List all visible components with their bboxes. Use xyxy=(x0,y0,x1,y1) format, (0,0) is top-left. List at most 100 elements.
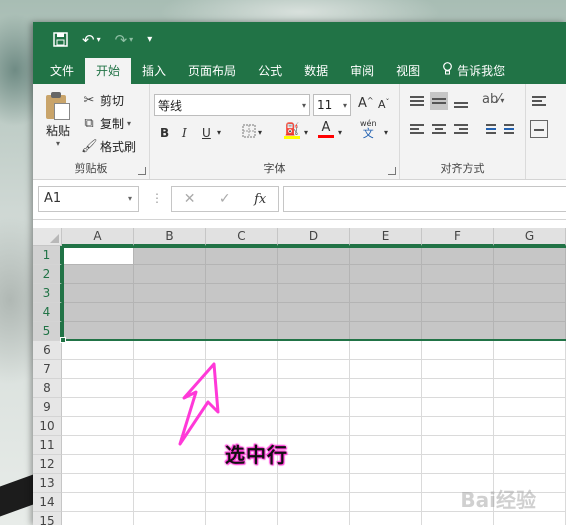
grid-cell[interactable] xyxy=(62,341,134,360)
grid-cell[interactable] xyxy=(62,322,134,341)
formula-bar-handle-icon[interactable]: ⋮ xyxy=(151,191,163,205)
align-top-icon[interactable] xyxy=(408,92,426,110)
dialog-launcher-icon[interactable] xyxy=(138,167,146,175)
row-header[interactable]: 5 xyxy=(33,322,62,341)
grid-cell[interactable] xyxy=(422,284,494,303)
tab-data[interactable]: 数据 xyxy=(293,58,339,84)
grid-cell[interactable] xyxy=(278,265,350,284)
grid-cell[interactable] xyxy=(62,284,134,303)
wrap-text-icon[interactable] xyxy=(530,92,548,110)
tab-review[interactable]: 审阅 xyxy=(339,58,385,84)
grid-cell[interactable] xyxy=(350,493,422,512)
grid-cell[interactable] xyxy=(206,265,278,284)
grid-cell[interactable] xyxy=(494,246,566,265)
paste-button[interactable]: 粘贴 ▾ xyxy=(43,92,73,148)
grid-cell[interactable] xyxy=(494,417,566,436)
grid-cell[interactable] xyxy=(350,455,422,474)
chevron-down-icon[interactable]: ▾ xyxy=(127,119,131,128)
grid-cell[interactable] xyxy=(350,398,422,417)
grid-cell[interactable] xyxy=(62,474,134,493)
worksheet-grid[interactable]: A B C D E F G 12345678910111213141516 xyxy=(33,228,566,525)
align-bottom-icon[interactable] xyxy=(452,92,470,110)
grid-cell[interactable] xyxy=(278,284,350,303)
grid-cell[interactable] xyxy=(134,341,206,360)
grid-cell[interactable] xyxy=(350,417,422,436)
chevron-down-icon[interactable]: ▾ xyxy=(217,128,221,137)
align-right-icon[interactable] xyxy=(452,120,470,138)
row-header[interactable]: 6 xyxy=(33,341,62,360)
orientation-icon[interactable]: ab⁄▾ xyxy=(482,92,504,107)
column-header[interactable]: B xyxy=(134,228,206,246)
grid-cell[interactable] xyxy=(278,474,350,493)
tab-formulas[interactable]: 公式 xyxy=(247,58,293,84)
row-header[interactable]: 11 xyxy=(33,436,62,455)
grid-cell[interactable] xyxy=(62,246,134,265)
tab-insert[interactable]: 插入 xyxy=(131,58,177,84)
align-center-icon[interactable] xyxy=(430,120,448,138)
row-header[interactable]: 14 xyxy=(33,493,62,512)
grid-cell[interactable] xyxy=(350,360,422,379)
select-all-button[interactable] xyxy=(33,228,62,246)
grid-cell[interactable] xyxy=(422,436,494,455)
grid-cell[interactable] xyxy=(278,322,350,341)
font-color-button[interactable]: A xyxy=(318,120,334,138)
row-header[interactable]: 1 xyxy=(33,246,62,265)
row-header[interactable]: 3 xyxy=(33,284,62,303)
row-header[interactable]: 8 xyxy=(33,379,62,398)
grid-cell[interactable] xyxy=(278,303,350,322)
grid-cell[interactable] xyxy=(350,303,422,322)
row-header[interactable]: 7 xyxy=(33,360,62,379)
grid-cell[interactable] xyxy=(494,379,566,398)
grid-cell[interactable] xyxy=(422,322,494,341)
column-header[interactable]: F xyxy=(422,228,494,246)
bold-button[interactable]: B xyxy=(160,126,169,140)
grid-cell[interactable] xyxy=(206,512,278,525)
grid-cell[interactable] xyxy=(494,265,566,284)
column-header[interactable]: E xyxy=(350,228,422,246)
grid-cell[interactable] xyxy=(278,512,350,525)
row-header[interactable]: 9 xyxy=(33,398,62,417)
grid-cell[interactable] xyxy=(134,322,206,341)
grid-cell[interactable] xyxy=(206,303,278,322)
grid-cell[interactable] xyxy=(206,322,278,341)
grid-cell[interactable] xyxy=(62,360,134,379)
customize-qat-icon[interactable]: ▾ xyxy=(147,34,152,45)
grid-cell[interactable] xyxy=(134,265,206,284)
chevron-down-icon[interactable]: ▾ xyxy=(43,139,73,148)
grid-cell[interactable] xyxy=(278,455,350,474)
grid-cell[interactable] xyxy=(62,398,134,417)
grid-cell[interactable] xyxy=(494,398,566,417)
grid-cell[interactable] xyxy=(206,493,278,512)
grid-cell[interactable] xyxy=(494,512,566,525)
tab-view[interactable]: 视图 xyxy=(385,58,431,84)
chevron-down-icon[interactable]: ▾ xyxy=(338,128,342,137)
grid-cell[interactable] xyxy=(350,436,422,455)
redo-icon[interactable]: ↷ ▾ xyxy=(115,31,134,49)
grid-cell[interactable] xyxy=(494,436,566,455)
grid-cell[interactable] xyxy=(494,341,566,360)
increase-indent-icon[interactable] xyxy=(502,120,520,138)
merge-center-icon[interactable] xyxy=(530,120,548,138)
borders-button[interactable]: ▾ xyxy=(242,124,262,141)
fill-color-button[interactable]: ⛽ xyxy=(284,122,300,139)
grid-cell[interactable] xyxy=(206,341,278,360)
grid-cell[interactable] xyxy=(134,284,206,303)
row-header[interactable]: 13 xyxy=(33,474,62,493)
grid-cell[interactable] xyxy=(350,512,422,525)
row-header[interactable]: 10 xyxy=(33,417,62,436)
grid-cell[interactable] xyxy=(278,360,350,379)
font-size-select[interactable]: 11 ▾ xyxy=(313,94,351,116)
grid-cell[interactable] xyxy=(422,360,494,379)
enter-icon[interactable]: ✓ xyxy=(219,191,231,207)
grid-cell[interactable] xyxy=(278,417,350,436)
row-header[interactable]: 2 xyxy=(33,265,62,284)
tell-me-box[interactable]: 告诉我您 xyxy=(431,58,516,84)
grid-cell[interactable] xyxy=(206,246,278,265)
grid-cell[interactable] xyxy=(134,512,206,525)
name-box[interactable]: A1 ▾ xyxy=(38,186,139,212)
grid-cell[interactable] xyxy=(62,379,134,398)
grid-cell[interactable] xyxy=(62,455,134,474)
grid-cell[interactable] xyxy=(350,284,422,303)
grid-cell[interactable] xyxy=(134,493,206,512)
grid-cell[interactable] xyxy=(422,417,494,436)
